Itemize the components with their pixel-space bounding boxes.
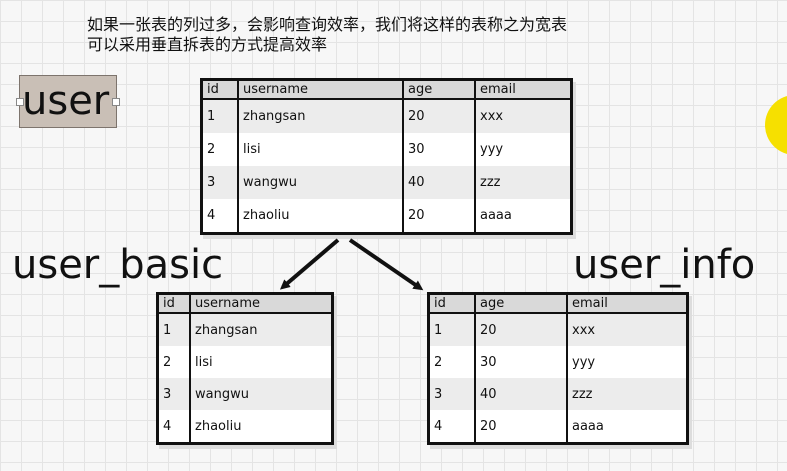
table-header-row: id age email [428, 293, 688, 314]
cell: 20 [475, 410, 568, 444]
cell: 1 [428, 313, 476, 346]
cell: 2 [157, 346, 191, 378]
table-header-row: id username [157, 293, 333, 314]
arrow-to-user-info [348, 238, 424, 291]
cell: aaaa [572, 418, 604, 434]
cell: 20 [475, 313, 568, 346]
column-header: id [428, 293, 476, 314]
table-row: 2 30 yyy [428, 346, 688, 378]
table-row: 3 wangwu [157, 378, 333, 410]
table-row: 4 20 aaaa [428, 410, 688, 444]
cell: 30 [475, 346, 568, 378]
cell: zzz [567, 378, 688, 410]
column-header: age [475, 293, 568, 314]
cell: 4 [157, 410, 191, 444]
cell: 3 [428, 378, 476, 410]
arrow-to-user-basic [279, 238, 340, 290]
cell: lisi [195, 354, 213, 370]
table-row: 2 lisi [157, 346, 333, 378]
cell: xxx [567, 313, 688, 346]
column-header: username [190, 293, 333, 314]
table-row: 1 20 xxx [428, 313, 688, 346]
cell: 40 [475, 378, 568, 410]
user-basic-table: id username 1 zhangsan 2 lisi 3 wangwu 4… [156, 292, 334, 445]
user-info-table: id age email 1 20 xxx 2 30 yyy 3 40 zzz … [427, 292, 689, 445]
table-row: 3 40 zzz [428, 378, 688, 410]
cell: 1 [157, 313, 191, 346]
table-row: 4 zhaoliu [157, 410, 333, 444]
cell: zhangsan [190, 313, 333, 346]
cell: wangwu [190, 378, 333, 410]
column-header: email [567, 293, 688, 314]
cell: yyy [572, 354, 596, 370]
table-row: 1 zhangsan [157, 313, 333, 346]
cell: 4 [428, 410, 476, 444]
cell: 2 [428, 346, 476, 378]
column-header: id [157, 293, 191, 314]
cell: 3 [157, 378, 191, 410]
cell: zhaoliu [195, 418, 242, 434]
